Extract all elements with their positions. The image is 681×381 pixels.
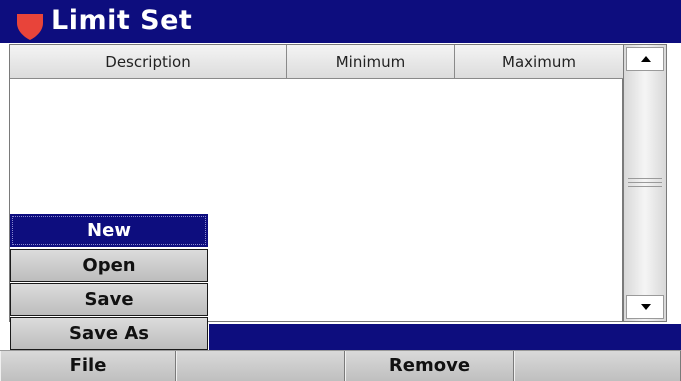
menu-item-save-as[interactable]: Save As xyxy=(10,317,208,350)
scroll-down-button[interactable] xyxy=(626,295,664,319)
triangle-down-icon xyxy=(641,304,651,310)
title-bar: Limit Set xyxy=(0,0,681,43)
softkey-empty-4[interactable] xyxy=(514,351,681,381)
column-header-description[interactable]: Description xyxy=(10,45,287,79)
table-header: Description Minimum Maximum xyxy=(10,45,623,80)
menu-item-save[interactable]: Save xyxy=(10,283,208,316)
scroll-grip-line xyxy=(628,178,662,179)
scroll-up-button[interactable] xyxy=(626,47,664,71)
softkey-file[interactable]: File xyxy=(0,351,176,381)
window-title: Limit Set xyxy=(51,5,193,36)
menu-item-new[interactable]: New xyxy=(10,214,208,247)
column-header-maximum[interactable]: Maximum xyxy=(455,45,623,79)
column-header-minimum[interactable]: Minimum xyxy=(287,45,455,79)
scroll-grip-line xyxy=(628,186,662,187)
triangle-up-icon xyxy=(641,56,651,62)
scroll-grip-line xyxy=(628,182,662,183)
status-strip xyxy=(209,324,681,350)
softkey-bar: File Remove xyxy=(0,350,681,381)
vertical-scrollbar[interactable] xyxy=(623,44,667,322)
softkey-remove[interactable]: Remove xyxy=(345,351,514,381)
menu-item-open[interactable]: Open xyxy=(10,249,208,282)
softkey-empty-2[interactable] xyxy=(176,351,345,381)
shield-logo-icon xyxy=(17,14,43,40)
